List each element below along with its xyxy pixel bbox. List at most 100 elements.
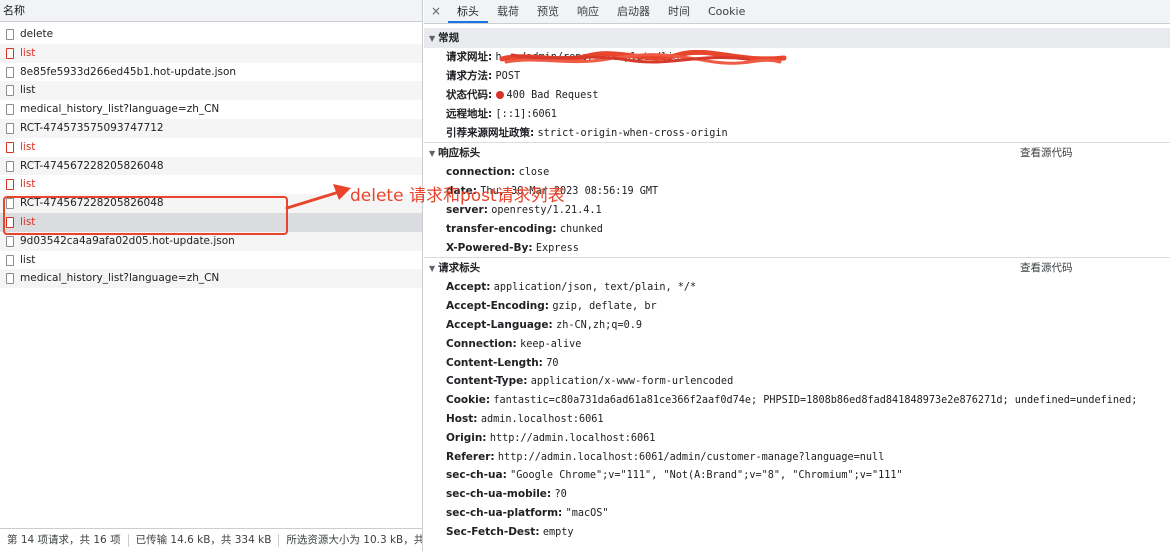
response-headers-title: 响应标头	[438, 147, 481, 160]
header-key: Referer:	[446, 450, 495, 463]
request-name: list	[20, 140, 36, 153]
tab-0[interactable]: 标头	[448, 0, 488, 23]
header-value: Express	[535, 242, 579, 254]
header-row: transfer-encoding: chunked	[424, 220, 1170, 239]
general-section: ▼ 常规 请求网址: h… …/admin/report/template/lis…	[424, 24, 1170, 142]
request-row[interactable]: delete	[0, 25, 422, 44]
file-icon	[6, 160, 14, 172]
status-bar: 第 14 项请求，共 16 项 已传输 14.6 kB，共 334 kB 所选资源大…	[0, 528, 423, 551]
annotation-text: delete 请求和post请求列表	[350, 186, 565, 206]
header-row: Accept-Language: zh-CN,zh;q=0.9	[424, 316, 1170, 335]
file-icon	[6, 122, 14, 134]
header-key: 请求网址:	[446, 51, 493, 63]
request-row[interactable]: list	[0, 81, 422, 101]
header-value: chunked	[559, 223, 603, 235]
header-value: application/x-www-form-urlencoded	[530, 376, 734, 388]
header-row: Content-Length: 70	[424, 354, 1170, 373]
header-value: empty	[542, 526, 574, 538]
header-row: Origin: http://admin.localhost:6061	[424, 429, 1170, 448]
resource-size: 所选资源大小为 10.3 kB，共	[286, 534, 423, 546]
header-key: sec-ch-ua:	[446, 469, 507, 482]
request-headers-header[interactable]: ▼ 请求标头 查看源代码	[424, 258, 1170, 278]
request-headers-title: 请求标头	[438, 262, 481, 275]
request-headers-section: ▼ 请求标头 查看源代码 Accept: application/json, te…	[424, 258, 1170, 541]
file-icon	[6, 235, 14, 247]
header-row: 请求网址: h… …/admin/report/template/list	[424, 48, 1170, 67]
header-key: connection:	[446, 166, 516, 179]
request-row[interactable]: RCT-474567228205826048	[0, 156, 422, 176]
header-row: sec-ch-ua: "Google Chrome";v="111", "Not…	[424, 466, 1170, 485]
request-row[interactable]: list	[0, 250, 422, 270]
file-icon	[6, 85, 14, 97]
header-row: X-Powered-By: Express	[424, 239, 1170, 258]
header-value: keep-alive	[520, 338, 582, 350]
header-value: gzip, deflate, br	[552, 301, 657, 313]
view-source-link[interactable]: 查看源代码	[1020, 258, 1073, 278]
request-row[interactable]: 8e85fe5933d266ed45b1.hot-update.json	[0, 62, 422, 82]
header-row: Accept: application/json, text/plain, */…	[424, 278, 1170, 297]
request-name: medical_history_list?language=zh_CN	[20, 103, 220, 116]
general-section-header[interactable]: ▼ 常规	[424, 28, 1170, 48]
tab-2[interactable]: 预览	[528, 0, 568, 23]
request-row[interactable]: RCT-474573575093747712	[0, 118, 422, 138]
tab-5[interactable]: 时间	[659, 0, 699, 23]
tab-6[interactable]: Cookie	[699, 0, 754, 23]
header-value: "Google Chrome";v="111", "Not(A:Brand";v…	[510, 470, 903, 482]
tab-1[interactable]: 载荷	[488, 0, 528, 23]
name-column-header[interactable]: 名称	[0, 0, 422, 22]
header-value: fantastic=c80a731da6ad61a81ce366f2aaf0d7…	[493, 395, 1138, 407]
header-value: close	[518, 167, 550, 179]
header-key: Connection:	[446, 337, 517, 350]
caret-down-icon: ▼	[429, 34, 436, 43]
annotation-arrow-icon	[285, 184, 351, 210]
caret-down-icon: ▼	[429, 149, 436, 159]
header-key: Accept:	[446, 281, 491, 294]
header-key: Content-Length:	[446, 356, 543, 369]
close-icon[interactable]: ×	[424, 0, 448, 23]
header-row: sec-ch-ua-mobile: ?0	[424, 485, 1170, 504]
header-value: http://admin.localhost:6061/admin/custom…	[497, 451, 885, 463]
header-key: 引荐来源网址政策:	[446, 126, 535, 139]
header-value: 400 Bad Request	[506, 89, 599, 101]
tab-list: 标头 载荷 预览 响应 启动器 时间 Cookie	[448, 0, 754, 23]
caret-down-icon: ▼	[429, 264, 436, 274]
header-key: 远程地址:	[446, 107, 493, 120]
request-name: list	[20, 46, 36, 59]
header-row: 引荐来源网址政策: strict-origin-when-cross-origi…	[424, 124, 1170, 143]
header-key: Sec-Fetch-Dest:	[446, 525, 540, 538]
request-name: RCT-474573575093747712	[20, 121, 164, 134]
file-icon	[6, 141, 14, 153]
response-headers-header[interactable]: ▼ 响应标头 查看源代码	[424, 143, 1170, 163]
header-key: Origin:	[446, 431, 487, 444]
status-error-dot-icon	[495, 90, 504, 99]
tab-4[interactable]: 启动器	[608, 0, 659, 23]
request-rows: delete list 8e85fe5933d266ed45b1.hot-updat…	[0, 25, 422, 289]
general-rows: 请求网址: h… …/admin/report/template/list 请求方…	[424, 48, 1170, 142]
header-row: connection: close	[424, 163, 1170, 182]
header-value: http://admin.localhost:6061	[489, 432, 656, 444]
header-row: Sec-Fetch-Dest: empty	[424, 523, 1170, 542]
request-list-panel: 名称 delete list 8e85fe5933d266ed45b1.hot-up…	[0, 0, 423, 551]
tab-3[interactable]: 响应	[568, 0, 608, 23]
header-value: application/json, text/plain, */*	[493, 282, 697, 294]
header-row: Connection: keep-alive	[424, 335, 1170, 354]
request-row[interactable]: list	[0, 137, 422, 157]
request-name: list	[20, 178, 36, 191]
view-source-link[interactable]: 查看源代码	[1020, 143, 1073, 163]
request-row[interactable]: medical_history_list?language=zh_CN	[0, 269, 422, 289]
file-icon	[6, 47, 14, 59]
request-row[interactable]: list	[0, 43, 422, 63]
request-details-panel: × 标头 载荷 预览 响应 启动器 时间 Cookie ▼ 常规 请求网址: h… …/adm…	[424, 0, 1170, 551]
response-header-rows: connection: close date: Thu, 30 Mar 2023 …	[424, 163, 1170, 257]
header-key: 状态代码:	[446, 88, 493, 101]
header-key: Cookie:	[446, 394, 491, 407]
transferred-size: 已传输 14.6 kB，共 334 kB	[135, 534, 272, 546]
divider	[278, 533, 280, 547]
divider	[127, 533, 129, 547]
header-value: strict-origin-when-cross-origin	[537, 127, 728, 139]
header-value: ?0	[554, 489, 567, 501]
general-title: 常规	[438, 32, 460, 44]
file-icon	[6, 254, 14, 266]
request-name: list	[20, 253, 36, 266]
request-row[interactable]: medical_history_list?language=zh_CN	[0, 100, 422, 119]
